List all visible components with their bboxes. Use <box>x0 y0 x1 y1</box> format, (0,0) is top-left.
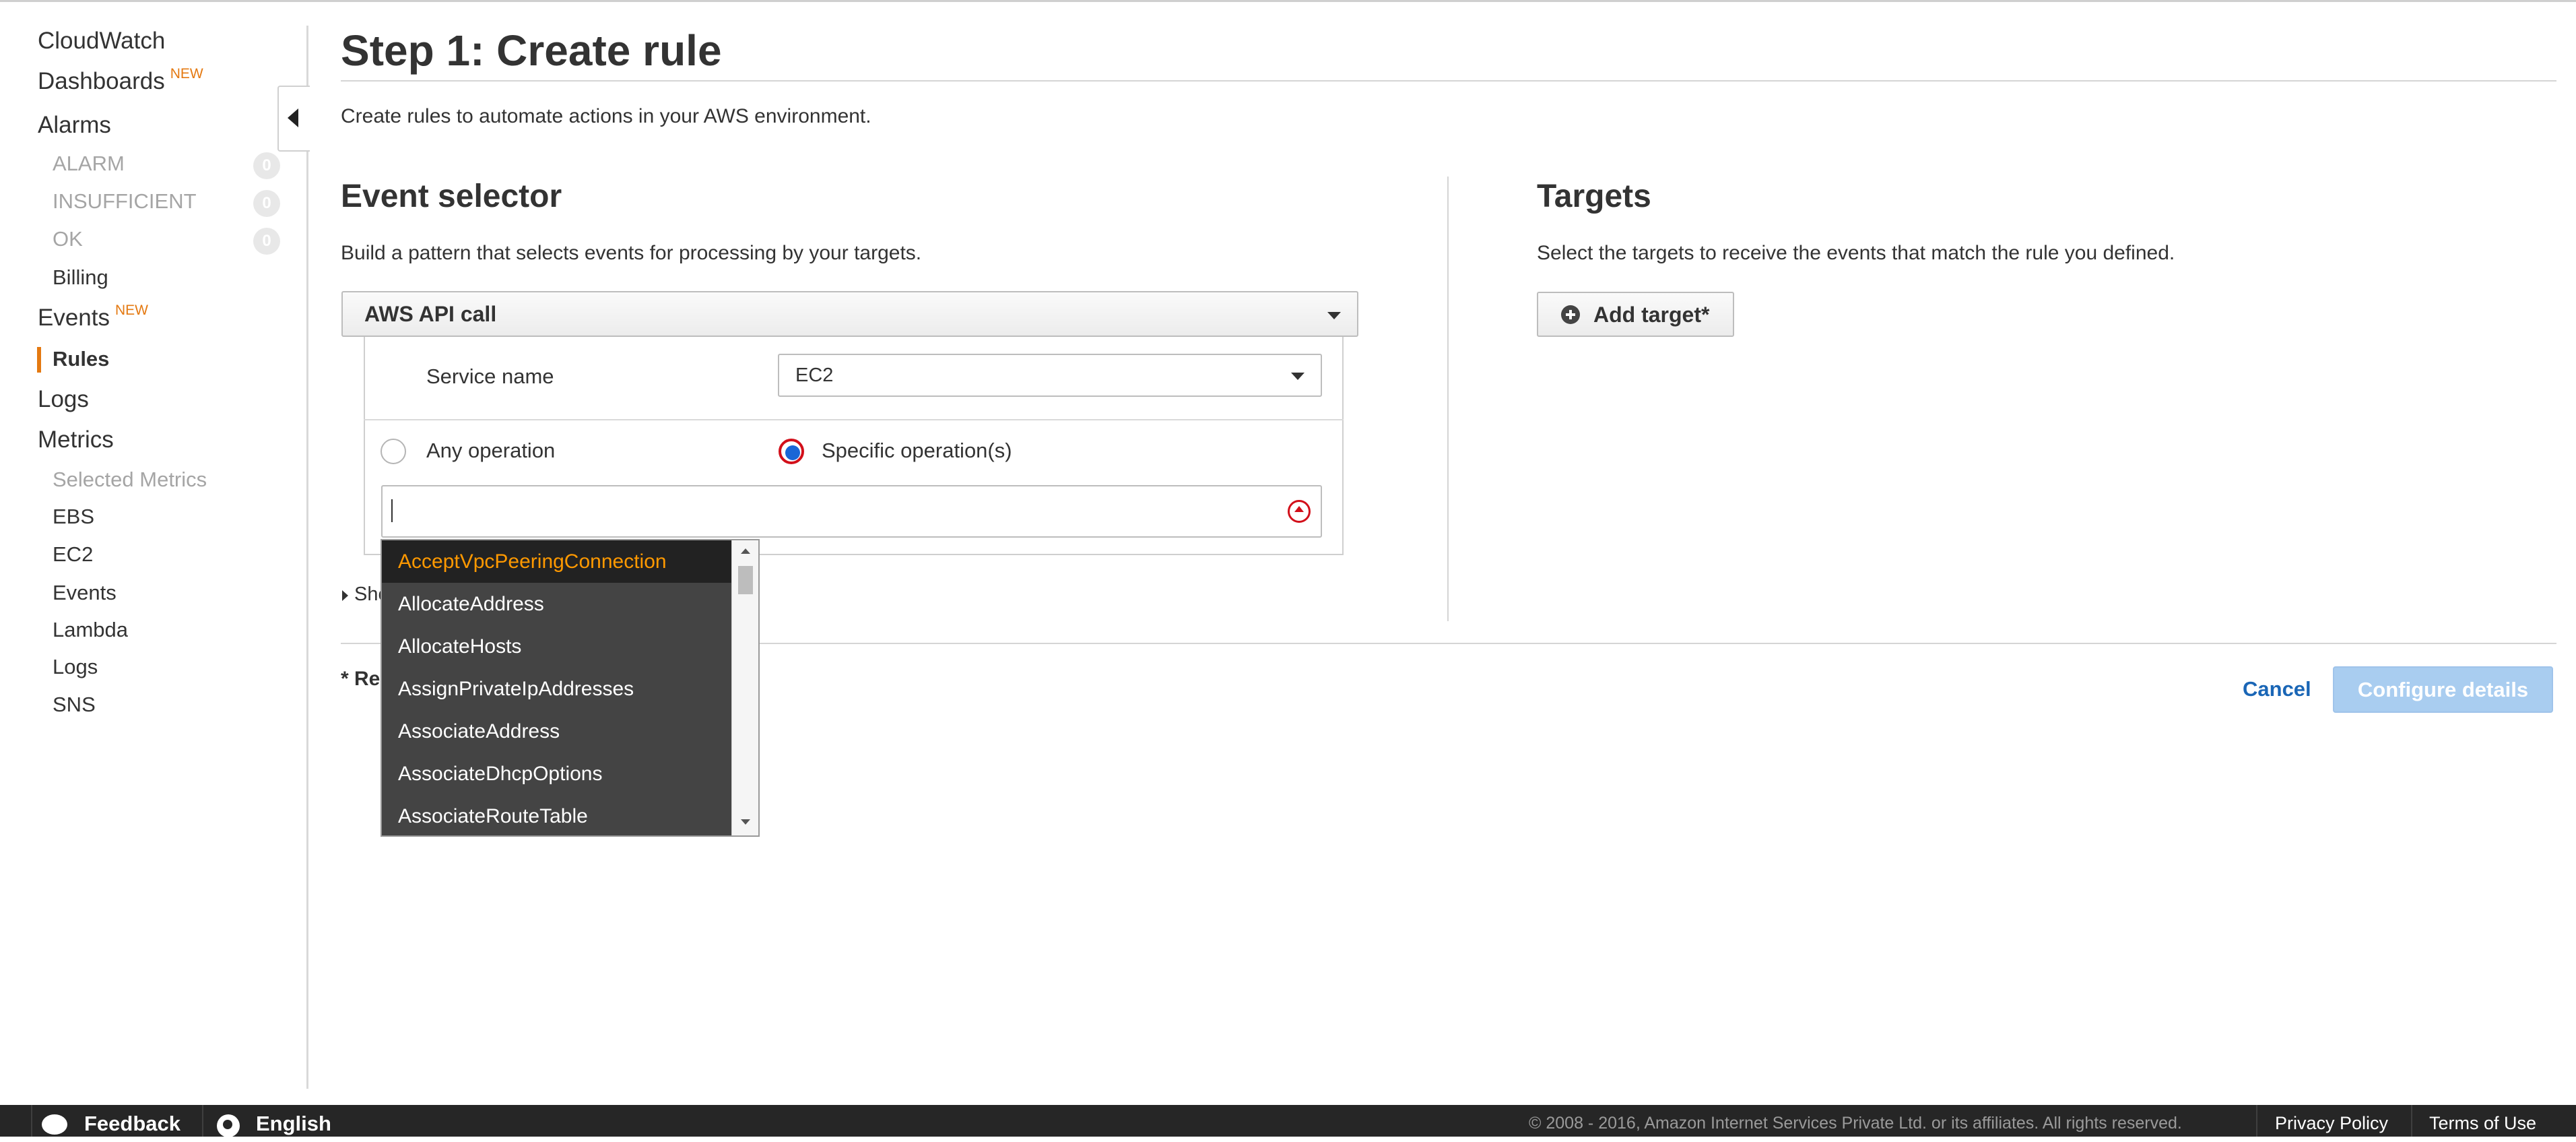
sidebar-item-selected-metrics[interactable]: Selected Metrics <box>53 468 207 492</box>
top-border <box>0 0 2576 2</box>
sidebar-item-events[interactable]: Events NEW <box>38 303 148 331</box>
scroll-up-icon[interactable] <box>741 548 750 554</box>
sidebar-item-events-metric[interactable]: Events <box>53 581 117 605</box>
footer-separator <box>2411 1105 2412 1137</box>
specific-operation-label[interactable]: Specific operation(s) <box>822 439 1012 463</box>
dropdown-option[interactable]: AssociateDhcpOptions <box>382 753 731 795</box>
operation-input[interactable] <box>381 485 1322 538</box>
speech-bubble-icon <box>42 1114 67 1135</box>
footer-separator <box>202 1105 203 1137</box>
targets-heading: Targets <box>1537 179 1651 214</box>
event-selector-description: Build a pattern that selects events for … <box>341 242 922 264</box>
active-indicator <box>37 347 41 373</box>
service-name-select[interactable]: EC2 <box>778 354 1322 397</box>
dropdown-option[interactable]: AssociateRouteTable <box>382 795 731 835</box>
title-divider <box>341 80 2556 82</box>
dropdown-option[interactable]: AllocateAddress <box>382 583 731 625</box>
chevron-down-icon <box>1327 312 1341 319</box>
sidebar-item-metrics[interactable]: Metrics <box>38 426 114 453</box>
collapse-sidebar-icon[interactable] <box>277 86 310 152</box>
event-source-select[interactable]: AWS API call <box>341 291 1358 337</box>
sidebar-divider <box>306 26 308 1089</box>
sidebar-item-lambda[interactable]: Lambda <box>53 618 128 642</box>
targets-description: Select the targets to receive the events… <box>1537 242 2175 264</box>
count-badge: 0 <box>253 152 280 179</box>
any-operation-radio[interactable] <box>381 439 406 464</box>
specific-operation-radio[interactable] <box>779 439 804 464</box>
new-badge: NEW <box>170 66 203 82</box>
terms-of-use-link[interactable]: Terms of Use <box>2429 1105 2536 1137</box>
cancel-button[interactable]: Cancel <box>2243 677 2311 701</box>
sidebar-nav: CloudWatch Dashboards NEW Alarms ALARM 0 … <box>0 2 306 1087</box>
scroll-down-icon[interactable] <box>741 819 750 825</box>
feedback-link[interactable]: Feedback <box>84 1105 180 1137</box>
footer-separator <box>31 1105 32 1137</box>
add-target-label: Add target* <box>1593 303 1710 327</box>
plus-circle-icon <box>1561 305 1580 324</box>
sidebar-item-logs-metric[interactable]: Logs <box>53 655 98 679</box>
count-badge: 0 <box>253 228 280 255</box>
service-name-label: Service name <box>426 364 554 388</box>
sidebar-item-alarm-state[interactable]: ALARM <box>53 152 125 176</box>
configure-details-label: Configure details <box>2357 678 2529 701</box>
sidebar-item-ok-state[interactable]: OK <box>53 227 83 251</box>
text-cursor <box>391 499 393 522</box>
sidebar-item-billing[interactable]: Billing <box>53 265 108 290</box>
language-selector[interactable]: English <box>256 1105 331 1137</box>
sidebar-item-rules[interactable]: Rules <box>53 347 109 371</box>
chevron-down-icon <box>1291 373 1304 380</box>
collapse-list-icon[interactable] <box>1288 500 1311 523</box>
configure-details-button[interactable]: Configure details <box>2333 666 2553 713</box>
service-name-value: EC2 <box>795 364 834 386</box>
dropdown-option[interactable]: AcceptVpcPeeringConnection <box>382 540 731 583</box>
any-operation-label[interactable]: Any operation <box>426 439 555 463</box>
page-title: Step 1: Create rule <box>341 26 722 75</box>
dropdown-option[interactable]: AssignPrivateIpAddresses <box>382 668 731 710</box>
sidebar-item-ebs[interactable]: EBS <box>53 505 94 529</box>
sidebar-item-insufficient-state[interactable]: INSUFFICIENT <box>53 189 197 214</box>
panel-row-divider <box>364 419 1344 420</box>
sidebar-item-cloudwatch[interactable]: CloudWatch <box>38 28 165 55</box>
sidebar-item-label: Dashboards <box>38 68 165 94</box>
sidebar-item-ec2[interactable]: EC2 <box>53 542 93 567</box>
column-divider <box>1447 177 1449 621</box>
sidebar-item-dashboards[interactable]: Dashboards NEW <box>38 66 203 95</box>
footer-bar: Feedback English © 2008 - 2016, Amazon I… <box>0 1105 2576 1137</box>
new-badge: NEW <box>115 303 148 318</box>
footer-separator <box>2256 1105 2257 1137</box>
sidebar-item-alarms[interactable]: Alarms <box>38 112 111 139</box>
page-description: Create rules to automate actions in your… <box>341 105 871 127</box>
copyright-text: © 2008 - 2016, Amazon Internet Services … <box>1529 1114 2182 1133</box>
scrollbar-thumb[interactable] <box>738 566 753 594</box>
event-selector-heading: Event selector <box>341 179 562 214</box>
add-target-button[interactable]: Add target* <box>1537 292 1734 337</box>
sidebar-item-sns[interactable]: SNS <box>53 693 96 717</box>
dropdown-scrollbar[interactable] <box>731 540 758 835</box>
event-source-value: AWS API call <box>364 302 497 326</box>
sidebar-item-logs[interactable]: Logs <box>38 386 89 413</box>
globe-icon <box>217 1114 240 1137</box>
sidebar-item-label: Events <box>38 305 110 331</box>
privacy-policy-link[interactable]: Privacy Policy <box>2275 1105 2388 1137</box>
operations-dropdown[interactable]: AcceptVpcPeeringConnection AllocateAddre… <box>381 539 760 837</box>
dropdown-option[interactable]: AssociateAddress <box>382 710 731 753</box>
count-badge: 0 <box>253 190 280 217</box>
dropdown-option[interactable]: AllocateHosts <box>382 625 731 668</box>
